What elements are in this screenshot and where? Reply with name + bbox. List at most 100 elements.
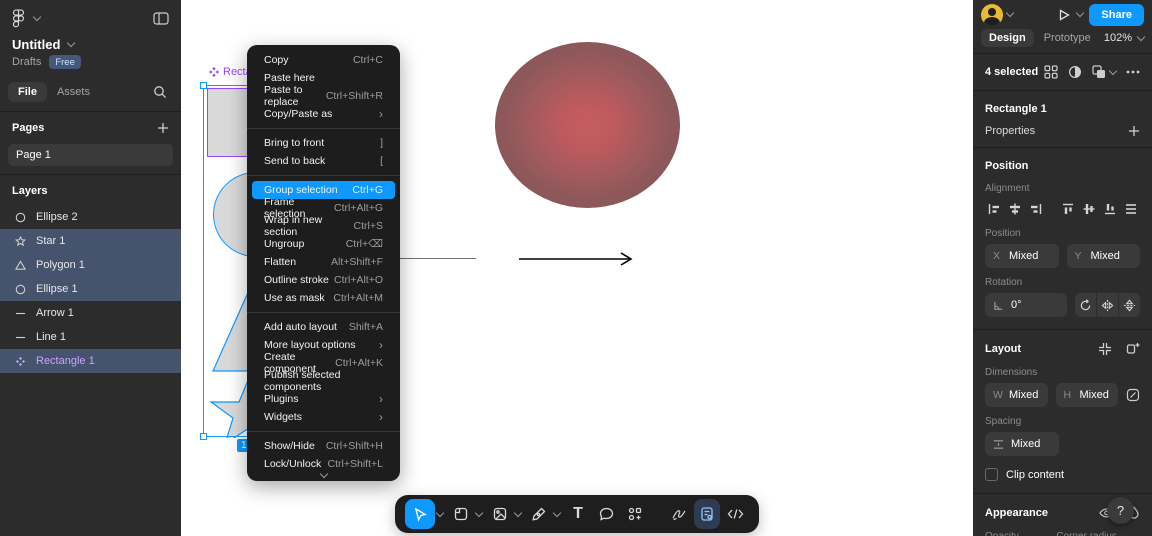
figma-logo-icon[interactable]: [12, 8, 25, 28]
width-field[interactable]: W Mixed: [985, 383, 1048, 407]
pen-tool-chevron-icon[interactable]: [552, 508, 562, 517]
share-button[interactable]: Share: [1089, 3, 1144, 26]
tab-file[interactable]: File: [8, 82, 47, 102]
menu-item-outline-stroke[interactable]: Outline stroke Ctrl+Alt+O: [252, 271, 395, 289]
y-position-field[interactable]: Y Mixed: [1066, 244, 1140, 268]
layer-line-1[interactable]: Line 1: [0, 325, 181, 349]
avatar-chevron-icon[interactable]: [1005, 8, 1015, 18]
toggle-panel-icon[interactable]: [153, 11, 169, 25]
boolean-groups-control[interactable]: [1092, 65, 1118, 79]
present-play-icon[interactable]: [1057, 8, 1071, 22]
rotation-field[interactable]: 0°: [985, 293, 1067, 317]
create-component-icon[interactable]: [1044, 65, 1058, 79]
layer-rectangle-1[interactable]: Rectangle 1: [0, 349, 181, 373]
menu-scroll-down-indicator[interactable]: [247, 469, 400, 479]
search-icon[interactable]: [153, 85, 167, 99]
ellipse-icon: [14, 284, 26, 295]
present-chevron-icon[interactable]: [1076, 8, 1085, 18]
cursor-icon: [414, 506, 427, 522]
selection-handle-bottom-left[interactable]: [200, 433, 207, 440]
rotate-icon[interactable]: [1074, 293, 1096, 317]
move-tool-chevron-icon[interactable]: [435, 508, 445, 517]
layer-arrow-1[interactable]: Arrow 1: [0, 301, 181, 325]
page-item-page-1[interactable]: Page 1: [8, 144, 173, 166]
selection-handle-top-left[interactable]: [200, 82, 207, 89]
menu-divider: [247, 175, 400, 176]
menu-item-bring-to-front[interactable]: Bring to front]: [252, 134, 395, 152]
dev-mode-toggle-button[interactable]: [694, 499, 720, 529]
align-vertical-center-icon[interactable]: [1079, 199, 1098, 219]
clip-content-checkbox[interactable]: [985, 468, 998, 481]
menu-item-publish-selected-components[interactable]: Publish selected components: [252, 369, 395, 393]
layer-ellipse-1[interactable]: Ellipse 1: [0, 277, 181, 301]
tab-prototype[interactable]: Prototype: [1036, 29, 1099, 47]
opacity-label: Opacity: [985, 522, 1048, 536]
avatar[interactable]: [981, 3, 1003, 26]
shape-tool-chevron-icon[interactable]: [513, 508, 523, 517]
menu-item-paste-to-replace[interactable]: Paste to replace Ctrl+Shift+R: [252, 84, 395, 108]
add-page-icon[interactable]: [157, 122, 169, 134]
height-field[interactable]: H Mixed: [1055, 383, 1118, 407]
left-sidebar: Untitled Drafts Free File Assets Pages P…: [0, 0, 181, 536]
add-auto-layout-icon[interactable]: [1126, 342, 1140, 356]
help-button[interactable]: ?: [1107, 497, 1134, 524]
tab-design[interactable]: Design: [981, 29, 1034, 47]
mask-icon[interactable]: [1068, 65, 1082, 79]
properties-label: Properties: [985, 125, 1036, 137]
file-title-chevron-icon[interactable]: [67, 38, 76, 48]
align-horizontal-center-icon[interactable]: [1006, 199, 1025, 219]
tab-assets[interactable]: Assets: [47, 82, 100, 102]
appearance-header: Appearance: [985, 507, 1048, 519]
main-menu-chevron-icon[interactable]: [32, 12, 42, 21]
menu-divider: [247, 312, 400, 313]
menu-item-show-hide[interactable]: Show/Hide Ctrl+Shift+H: [252, 437, 395, 455]
canvas-ellipse-2[interactable]: [495, 42, 680, 208]
position-header: Position: [985, 160, 1029, 172]
align-top-icon[interactable]: [1058, 199, 1077, 219]
draw-marker-button[interactable]: [666, 499, 692, 529]
zoom-control[interactable]: 102%: [1104, 32, 1146, 44]
image-icon: [493, 507, 507, 521]
menu-item-send-to-back[interactable]: Send to back[: [252, 152, 395, 170]
layer-polygon-1[interactable]: Polygon 1: [0, 253, 181, 277]
menu-item-flatten[interactable]: Flatten Alt+Shift+F: [252, 253, 395, 271]
move-tool-button[interactable]: [405, 499, 435, 529]
file-title[interactable]: Untitled: [12, 37, 60, 52]
position-sub-label: Position: [985, 228, 1021, 239]
constrain-proportions-icon[interactable]: [1126, 388, 1140, 402]
text-tool-button[interactable]: T: [565, 499, 591, 529]
code-view-button[interactable]: [722, 499, 749, 529]
frame-tool-button[interactable]: [448, 499, 474, 529]
more-options-icon[interactable]: [1126, 70, 1140, 74]
menu-item-wrap-in-new-section[interactable]: Wrap in new section Ctrl+S: [252, 214, 395, 238]
layer-star-1[interactable]: Star 1: [0, 229, 181, 253]
menu-item-copy[interactable]: Copy Ctrl+C: [252, 51, 395, 69]
align-right-icon[interactable]: [1027, 199, 1046, 219]
frame-tool-chevron-icon[interactable]: [474, 508, 484, 517]
menu-item-add-auto-layout[interactable]: Add auto layout Shift+A: [252, 318, 395, 336]
resize-to-fit-icon[interactable]: [1098, 342, 1112, 356]
canvas-arrow-1[interactable]: [517, 251, 639, 267]
spacing-field[interactable]: Mixed: [985, 432, 1059, 456]
boolean-chevron-icon: [1108, 66, 1118, 75]
align-bottom-icon[interactable]: [1100, 199, 1119, 219]
arrow-icon: [14, 308, 26, 319]
x-position-field[interactable]: X Mixed: [985, 244, 1059, 268]
menu-item-copy-paste-as[interactable]: Copy/Paste as: [252, 105, 395, 123]
shape-media-tool-button[interactable]: [487, 499, 513, 529]
pages-header: Pages: [12, 122, 45, 134]
menu-item-widgets[interactable]: Widgets: [252, 408, 395, 426]
align-left-icon[interactable]: [985, 199, 1004, 219]
layer-ellipse-2[interactable]: Ellipse 2: [0, 205, 181, 229]
polygon-icon: [14, 259, 26, 271]
flip-vertical-icon[interactable]: [1118, 293, 1141, 317]
tidy-up-icon[interactable]: [1121, 199, 1140, 219]
flip-horizontal-icon[interactable]: [1096, 293, 1118, 317]
actions-tool-button[interactable]: [622, 499, 648, 529]
pen-tool-button[interactable]: [526, 499, 552, 529]
add-property-icon[interactable]: [1128, 125, 1140, 137]
file-location[interactable]: Drafts: [12, 56, 41, 68]
bottom-toolbar: T: [395, 495, 759, 533]
menu-item-use-as-mask[interactable]: Use as mask Ctrl+Alt+M: [252, 289, 395, 307]
comment-tool-button[interactable]: [593, 499, 620, 529]
